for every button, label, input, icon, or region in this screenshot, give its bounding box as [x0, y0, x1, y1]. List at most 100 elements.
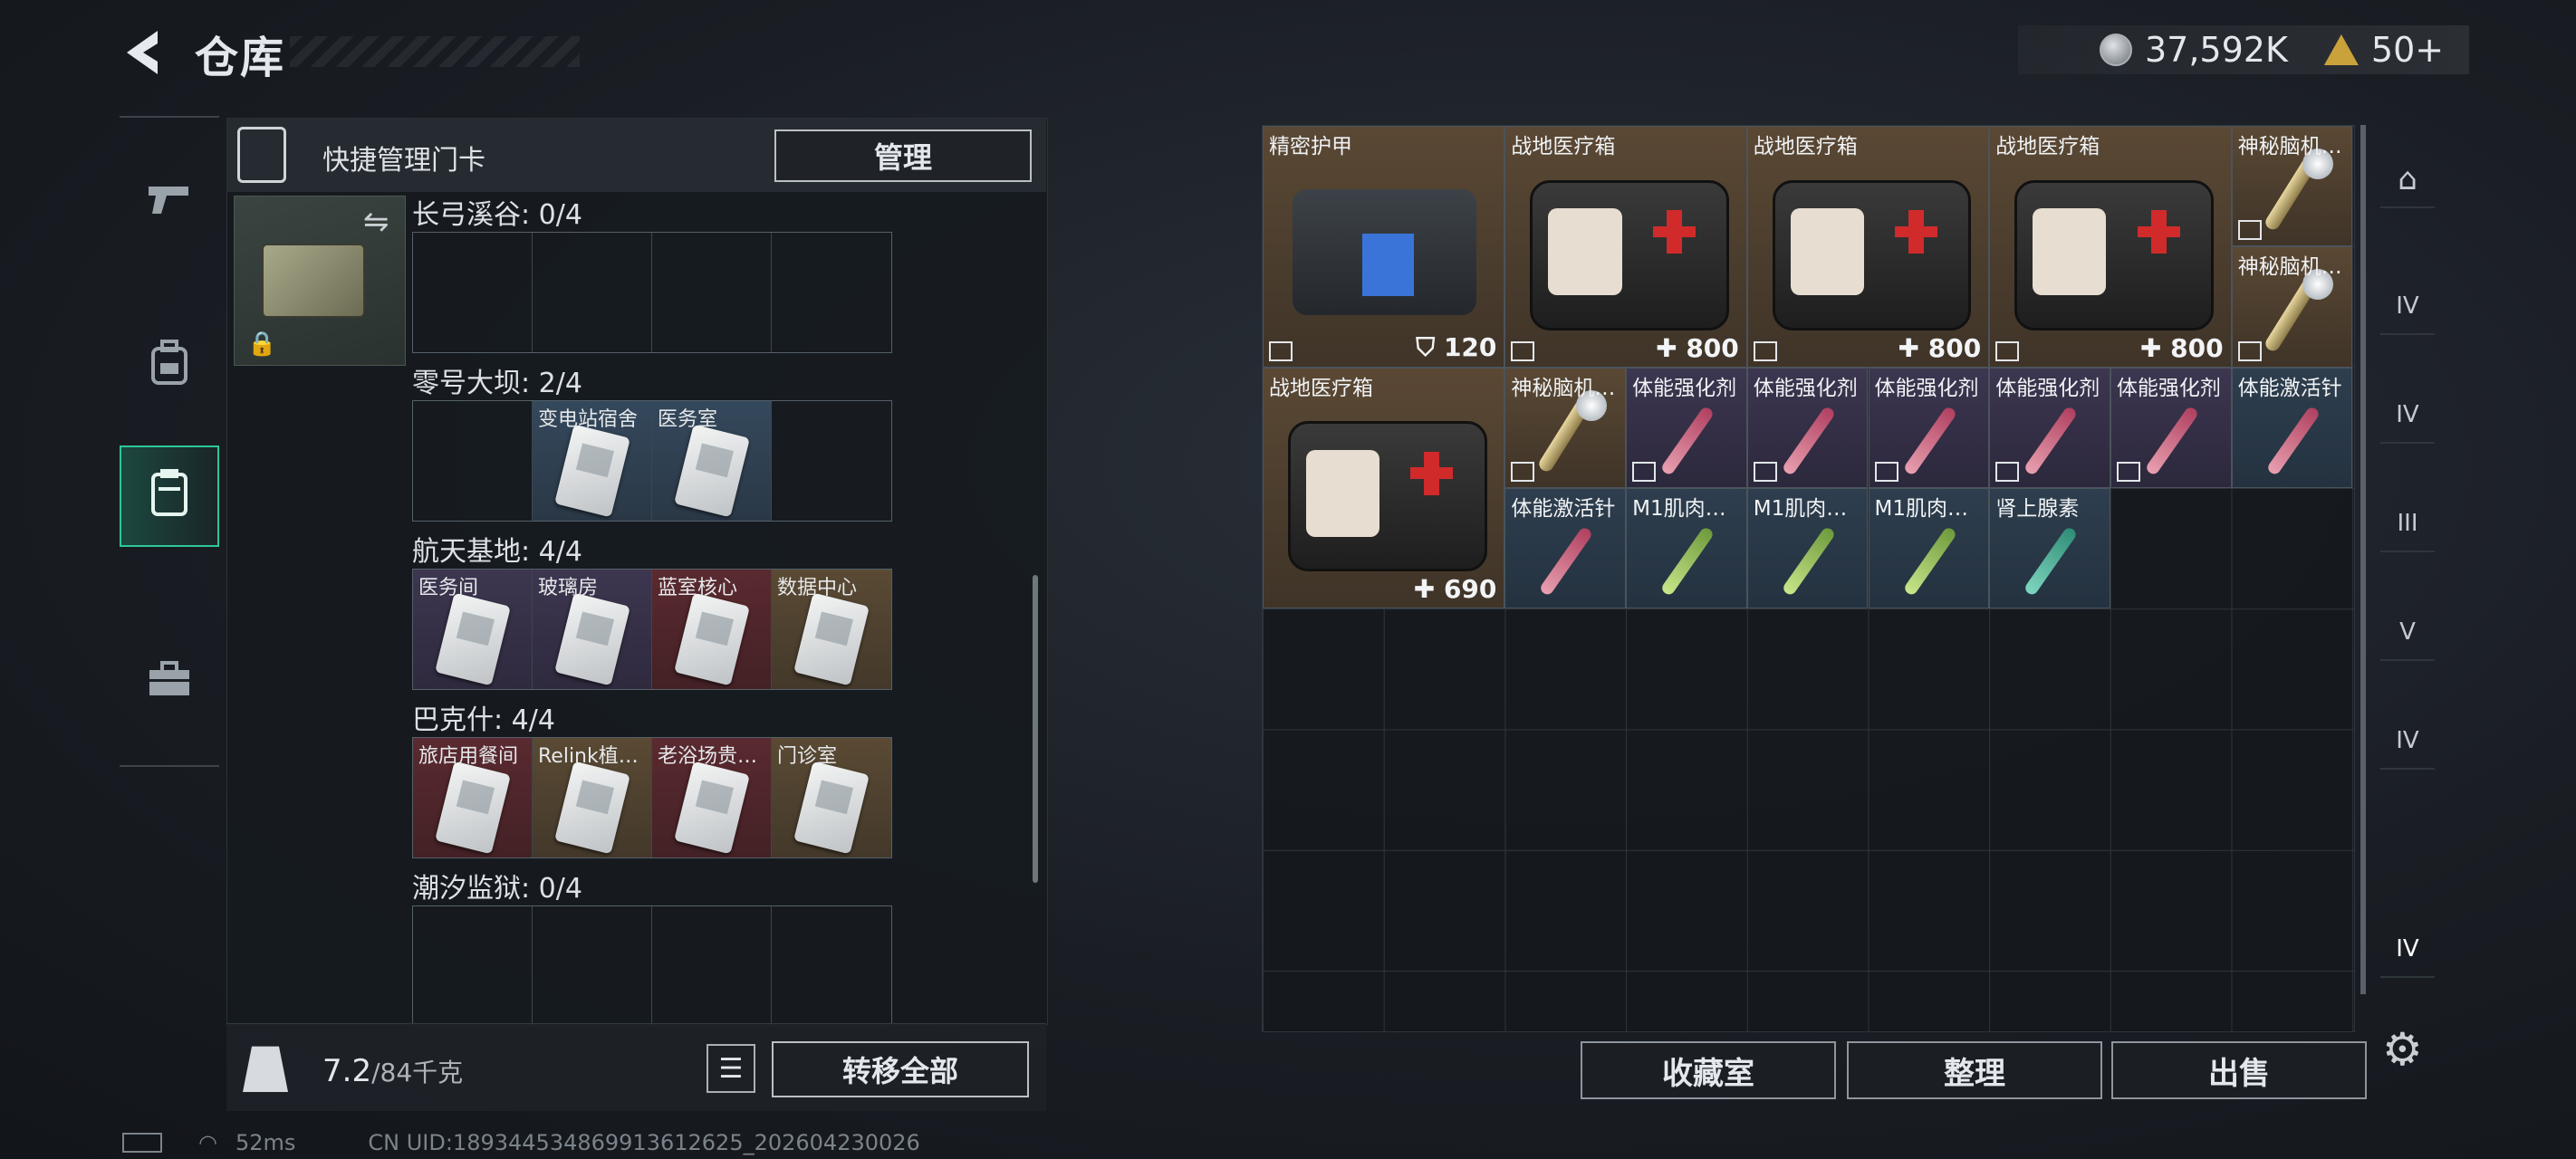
- keycard-slot[interactable]: 老浴场贵…: [652, 738, 772, 857]
- container-v-icon[interactable]: V: [2380, 605, 2435, 661]
- keycard-image: [554, 761, 630, 855]
- keycard-slot[interactable]: 变电站宿舍: [533, 401, 652, 521]
- toolbox-icon: [148, 660, 191, 707]
- container-iv-add-icon[interactable]: IV: [2380, 922, 2435, 978]
- move-all-button[interactable]: 转移全部: [772, 1041, 1029, 1097]
- item-value: ✚ 690: [1414, 574, 1497, 604]
- inventory-item[interactable]: M1肌肉…: [1626, 487, 1747, 609]
- inventory-item[interactable]: 体能强化剂: [1989, 367, 2110, 488]
- item-name: 战地医疗箱: [1753, 135, 1858, 158]
- keycard-tab[interactable]: [120, 445, 219, 547]
- container-iv-icon[interactable]: IV: [2380, 279, 2435, 335]
- inventory-item[interactable]: 战地医疗箱 ✚ 800: [1746, 126, 1990, 368]
- item-name: 战地医疗箱: [1269, 376, 1373, 400]
- backpack-tab[interactable]: [120, 317, 219, 417]
- inventory-item[interactable]: 神秘脑机…: [2231, 126, 2353, 247]
- inventory-item[interactable]: 战地医疗箱 ✚ 690: [1263, 367, 1505, 609]
- keycard-image: [435, 761, 511, 855]
- ticket-icon: [2323, 34, 2359, 65]
- back-button[interactable]: [118, 25, 172, 80]
- inventory-item[interactable]: 体能强化剂: [2110, 367, 2232, 488]
- inventory-item[interactable]: 体能强化剂: [1868, 367, 1990, 488]
- inventory-item[interactable]: 肾上腺素: [1989, 487, 2110, 609]
- no-trade-icon: [2237, 220, 2262, 241]
- sell-button[interactable]: 出售: [2111, 1041, 2367, 1099]
- syringe-image: [1659, 405, 1716, 476]
- collection-button[interactable]: 收藏室: [1581, 1041, 1836, 1099]
- keycard-slot[interactable]: Relink植…: [533, 738, 652, 857]
- keycard-slot[interactable]: [533, 906, 652, 1026]
- inventory-item[interactable]: 战地医疗箱 ✚ 800: [1504, 126, 1747, 368]
- keycard-slot[interactable]: 门诊室: [772, 738, 891, 857]
- item-value-text: 690: [1443, 574, 1497, 605]
- no-trade-icon: [2116, 461, 2140, 482]
- inventory-item[interactable]: M1肌肉…: [1746, 487, 1869, 609]
- inventory-item[interactable]: M1肌肉…: [1868, 487, 1990, 609]
- item-name: 精密护甲: [1269, 135, 1352, 158]
- item-name: M1肌肉…: [1632, 496, 1726, 521]
- item-name: 战地医疗箱: [1511, 135, 1616, 158]
- inventory-item[interactable]: 神秘脑机…: [1504, 367, 1627, 488]
- inventory-item[interactable]: 体能激活针: [1504, 487, 1627, 609]
- keycard-slot[interactable]: 旅店用餐间: [413, 738, 533, 857]
- keycard-slot[interactable]: [652, 233, 772, 352]
- pistol-icon: [147, 181, 192, 227]
- inventory-item[interactable]: 体能激活针: [2231, 367, 2353, 488]
- container-iv-icon[interactable]: IV: [2380, 388, 2435, 444]
- keycard-slot[interactable]: [772, 233, 891, 352]
- keycard-slot-row: 变电站宿舍 医务室: [412, 400, 892, 522]
- keycard-scrollbar[interactable]: [1033, 575, 1038, 883]
- keycard-slot[interactable]: 医务间: [413, 570, 533, 689]
- sort-button[interactable]: 整理: [1847, 1041, 2102, 1099]
- weapon-tab[interactable]: [120, 154, 219, 254]
- keycard-slot[interactable]: [413, 906, 533, 1026]
- chevron-left-icon: [127, 31, 158, 74]
- inventory-item[interactable]: 精密护甲 ⛉ 120: [1263, 126, 1505, 368]
- syringe-image: [1659, 526, 1716, 598]
- keycard-slot[interactable]: [772, 906, 891, 1026]
- list-view-button[interactable]: ☰: [706, 1044, 755, 1093]
- dome-icon[interactable]: ⌂: [2380, 152, 2435, 208]
- keycard-slot[interactable]: 玻璃房: [533, 570, 652, 689]
- keycard-slot[interactable]: [652, 906, 772, 1026]
- keycard-holder-icon: [149, 467, 189, 526]
- keycard-slot[interactable]: [533, 233, 652, 352]
- keycard-label: 旅店用餐间: [418, 745, 519, 768]
- inventory-item[interactable]: 战地医疗箱 ✚ 800: [1989, 126, 2232, 368]
- inventory-item[interactable]: 体能强化剂: [1626, 367, 1747, 488]
- keycard-slot-row: [412, 905, 892, 1027]
- item-value: ✚ 800: [1898, 333, 1982, 363]
- keycard-slot[interactable]: [772, 401, 891, 521]
- inventory-scrollbar[interactable]: [2360, 125, 2366, 994]
- medkit-image: [1530, 179, 1730, 330]
- container-iv-icon[interactable]: IV: [2380, 714, 2435, 770]
- keycard-slot[interactable]: 蓝室核心: [652, 570, 772, 689]
- item-name: 神秘脑机…: [2237, 255, 2342, 280]
- item-name: 体能强化剂: [1995, 376, 2100, 400]
- item-value-text: 800: [1927, 332, 1982, 363]
- keycard-slot[interactable]: 数据中心: [772, 570, 891, 689]
- keycard-slot[interactable]: [413, 233, 533, 352]
- keycard-label: 数据中心: [777, 577, 858, 599]
- ping-value: 52ms: [235, 1130, 296, 1155]
- inventory-item[interactable]: 神秘脑机…: [2231, 246, 2353, 368]
- medkit-image: [2014, 179, 2214, 330]
- item-name: 体能强化剂: [1874, 376, 1979, 400]
- syringe-image: [2023, 405, 2079, 476]
- gear-icon[interactable]: ⚙: [2382, 1023, 2423, 1076]
- keycard-slot[interactable]: [413, 401, 533, 521]
- keycard-slot[interactable]: 医务室: [652, 401, 772, 521]
- manage-button[interactable]: 管理: [774, 129, 1032, 182]
- container-iii-icon[interactable]: III: [2380, 496, 2435, 552]
- item-value-text: 800: [2170, 332, 2224, 363]
- shield-icon: ⛉: [1416, 331, 1444, 362]
- weight-readout: 7.2/84千克: [322, 1053, 463, 1089]
- keycard-image: [435, 592, 511, 686]
- keycard-case-slot[interactable]: ⇋ 🔒: [234, 196, 406, 366]
- weight-value: 7.2: [322, 1053, 372, 1089]
- inventory-item[interactable]: 体能强化剂: [1746, 367, 1869, 488]
- toolbox-tab[interactable]: [120, 634, 219, 733]
- map-section-title: 航天基地: 4/4: [412, 536, 582, 568]
- keycard-image: [554, 424, 630, 518]
- map-section-title: 巴克什: 4/4: [412, 704, 555, 736]
